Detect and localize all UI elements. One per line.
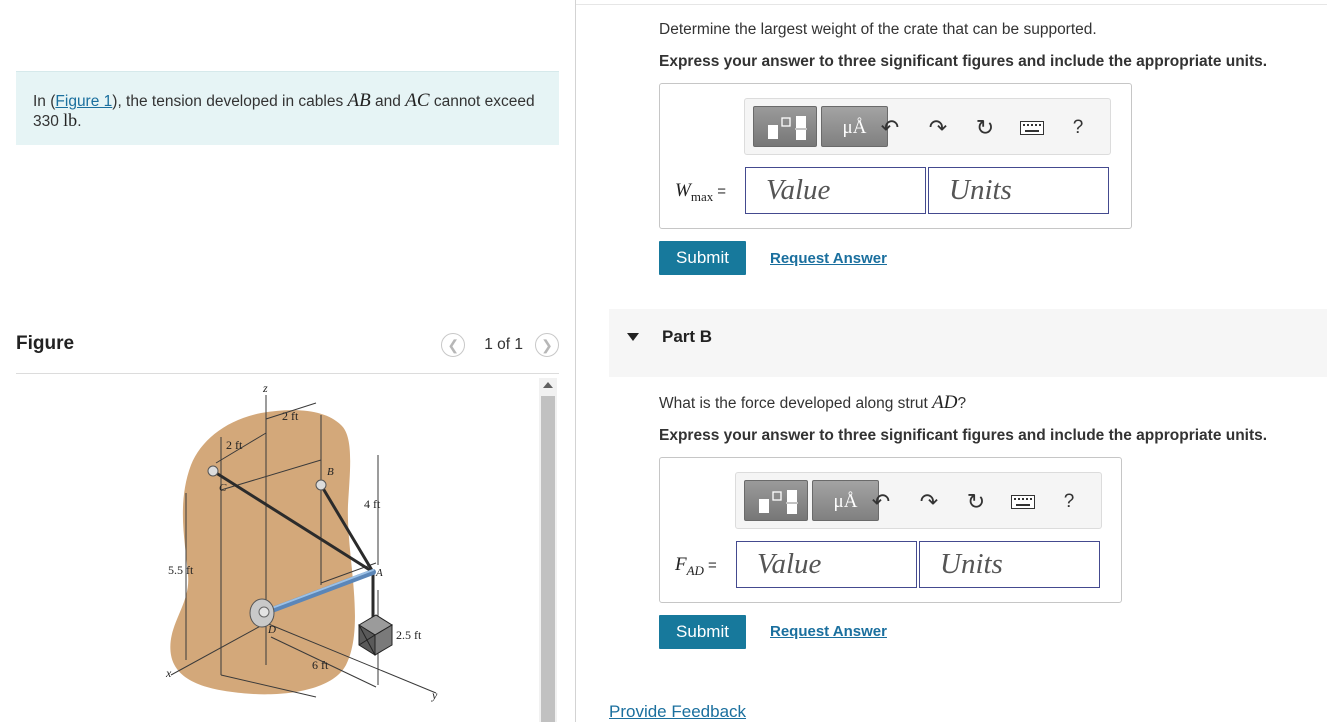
part-b-label: Part B <box>662 327 713 346</box>
redo-icon[interactable]: ↷ <box>916 489 942 515</box>
var-sub-max: max <box>690 188 714 204</box>
part-b-question: What is the force developed along strut … <box>659 392 966 414</box>
help-button[interactable]: ? <box>1065 115 1091 141</box>
figure-link[interactable]: Figure 1 <box>55 93 112 110</box>
left-pane: In (Figure 1), the tension developed in … <box>0 0 575 722</box>
pager-text: 1 of 1 <box>484 336 523 353</box>
cable-ac-symbol: AC <box>405 90 430 111</box>
undo-icon[interactable]: ↶ <box>877 115 903 141</box>
part-b-header[interactable]: Part B <box>609 309 1327 377</box>
fraction-template-icon <box>768 116 807 140</box>
redo-icon[interactable]: ↷ <box>925 115 951 141</box>
part-b-request-answer[interactable]: Request Answer <box>770 623 887 640</box>
figure-image: z x y 2 ft 2 ft 4 ft 5.5 ft 2.5 ft 6 ft … <box>16 375 546 722</box>
undo-icon[interactable]: ↶ <box>868 489 894 515</box>
reset-icon[interactable]: ↻ <box>963 489 989 515</box>
help-button[interactable]: ? <box>1056 489 1082 515</box>
f-ad-label: FAD = <box>675 554 717 579</box>
var-w: W <box>675 180 691 201</box>
equals-sign: = <box>717 183 726 200</box>
part-a-answer-box: μÅ ↶ ↷ ↻ ? Wmax = Value Units <box>659 83 1132 229</box>
caret-down-icon <box>627 333 639 341</box>
figure-title: Figure <box>16 333 75 354</box>
strut-ad-symbol: AD <box>932 392 958 413</box>
problem-text-middle: ), the tension developed in cables <box>112 93 348 110</box>
equals-sign: = <box>707 557 717 574</box>
label-y: y <box>431 688 438 702</box>
chevron-right-icon: ❯ <box>541 336 553 353</box>
label-4ft: 4 ft <box>364 497 381 511</box>
label-point-d: D <box>267 624 276 636</box>
part-b-answer-box: μÅ ↶ ↷ ↻ ? FAD = Value Units <box>659 457 1122 603</box>
figure-scrollbar[interactable] <box>539 378 557 722</box>
provide-feedback-link[interactable]: Provide Feedback <box>609 702 746 722</box>
f-ad-units-input[interactable]: Units <box>919 541 1100 588</box>
label-2ft-top: 2 ft <box>282 409 299 423</box>
templates-button[interactable] <box>744 480 808 521</box>
figure-header: Figure ❮ 1 of 1 ❯ <box>16 330 559 374</box>
part-b-question-prefix: What is the force developed along strut <box>659 395 933 412</box>
label-point-b: B <box>327 466 334 478</box>
crate-icon <box>358 614 393 656</box>
part-a-question: Determine the largest weight of the crat… <box>659 21 1097 38</box>
scrollbar-thumb[interactable] <box>541 396 555 722</box>
problem-text-end: . <box>77 113 82 130</box>
var-sub-ad: AD <box>686 562 704 578</box>
w-max-label: Wmax = <box>675 180 726 205</box>
next-figure-button[interactable]: ❯ <box>535 333 559 357</box>
figure-pager: ❮ 1 of 1 ❯ <box>441 333 559 357</box>
wall-shape <box>170 410 355 695</box>
part-b-question-suffix: ? <box>957 395 967 412</box>
var-f: F <box>675 554 687 575</box>
cable-ab-symbol: AB <box>347 90 371 111</box>
problem-text-prefix: In ( <box>33 93 56 110</box>
label-x: x <box>165 666 172 680</box>
scroll-up-icon[interactable] <box>543 382 553 388</box>
label-5-5ft: 5.5 ft <box>168 563 194 577</box>
keyboard-icon[interactable] <box>1010 489 1036 515</box>
part-b-toolbar: μÅ ↶ ↷ ↻ ? <box>735 472 1102 529</box>
reset-icon[interactable]: ↻ <box>972 115 998 141</box>
w-max-units-input[interactable]: Units <box>928 167 1109 214</box>
part-a-toolbar: μÅ ↶ ↷ ↻ ? <box>744 98 1111 155</box>
label-2ft-left: 2 ft <box>226 438 243 452</box>
templates-button[interactable] <box>753 106 817 147</box>
figure-diagram: z x y 2 ft 2 ft 4 ft 5.5 ft 2.5 ft 6 ft … <box>165 381 438 702</box>
top-divider <box>576 4 1327 5</box>
part-a-request-answer[interactable]: Request Answer <box>770 250 887 267</box>
w-max-value-input[interactable]: Value <box>745 167 926 214</box>
fraction-template-icon <box>759 490 798 514</box>
prev-figure-button[interactable]: ❮ <box>441 333 466 357</box>
chevron-left-icon: ❮ <box>447 336 460 353</box>
keyboard-icon[interactable] <box>1019 115 1045 141</box>
pane-divider[interactable] <box>575 0 576 722</box>
part-a-instruction: Express your answer to three significant… <box>659 53 1268 70</box>
part-a-submit-button[interactable]: Submit <box>659 241 746 275</box>
unit-lb: lb <box>63 110 78 130</box>
part-b-instruction: Express your answer to three significant… <box>659 427 1268 444</box>
label-point-a: A <box>375 567 383 579</box>
problem-text-and: and <box>370 93 406 110</box>
problem-statement: In (Figure 1), the tension developed in … <box>16 71 559 145</box>
label-6ft: 6 ft <box>312 658 329 672</box>
label-2-5ft: 2.5 ft <box>396 628 422 642</box>
label-point-c: C <box>219 482 227 494</box>
part-b-submit-button[interactable]: Submit <box>659 615 746 649</box>
label-z: z <box>262 381 268 395</box>
f-ad-value-input[interactable]: Value <box>736 541 917 588</box>
